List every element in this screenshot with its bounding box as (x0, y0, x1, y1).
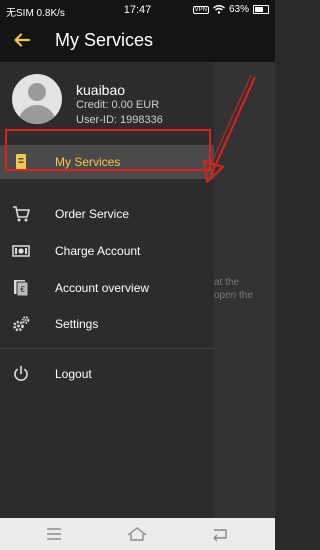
services-icon (16, 154, 26, 170)
menu-item-label: Order Service (55, 207, 130, 221)
menu-item-order-service[interactable]: Order Service (0, 197, 214, 231)
menu-item-label: Logout (55, 367, 92, 381)
home-icon[interactable] (125, 524, 149, 544)
svg-text:€: € (20, 285, 25, 294)
battery-percent: 63% (228, 4, 249, 15)
background-content-text: at the open the (214, 276, 253, 302)
money-icon (12, 245, 30, 257)
back-arrow-icon[interactable] (12, 30, 32, 50)
profile-header: kuaibao Credit: 0.00 EUR User-ID: 199833… (0, 62, 214, 142)
wifi-icon (213, 5, 225, 14)
menu-item-logout[interactable]: Logout (0, 357, 214, 391)
battery-icon (253, 5, 269, 14)
menu-item-label: Charge Account (55, 244, 141, 258)
menu-item-label: Settings (55, 317, 99, 331)
credit-balance: Credit: 0.00 EUR (76, 99, 160, 111)
menu-item-charge-account[interactable]: Charge Account (0, 234, 214, 268)
menu-icon[interactable] (42, 524, 66, 544)
username: kuaibao (76, 82, 126, 98)
app-bar: My Services (0, 20, 275, 62)
power-icon (14, 365, 28, 381)
vpn-icon: VPN (192, 5, 209, 14)
back-icon[interactable] (208, 524, 232, 544)
page-title: My Services (55, 30, 154, 50)
background-text-line: at the (214, 277, 240, 288)
navigation-drawer: kuaibao Credit: 0.00 EUR User-ID: 199833… (0, 62, 214, 518)
drawer-scrim[interactable]: at the open the (214, 62, 275, 518)
status-bar: 无SIM 0.8K/s 17:47 VPN 63% (0, 0, 275, 20)
account-overview-icon: € (14, 280, 29, 297)
avatar (12, 74, 62, 124)
system-navigation-bar (0, 518, 275, 550)
menu-item-label: My Services (55, 155, 121, 169)
menu-item-account-overview[interactable]: € Account overview (0, 271, 214, 305)
menu-item-settings[interactable]: Settings (0, 307, 214, 341)
user-id: User-ID: 1998336 (76, 114, 163, 126)
gears-icon (13, 316, 30, 332)
status-icons: VPN 63% (192, 4, 269, 15)
cart-icon (13, 206, 30, 222)
menu-item-my-services[interactable]: My Services (0, 145, 214, 179)
background-text-line: open the (214, 290, 253, 301)
menu-item-label: Account overview (55, 281, 150, 295)
menu-divider (0, 348, 214, 349)
